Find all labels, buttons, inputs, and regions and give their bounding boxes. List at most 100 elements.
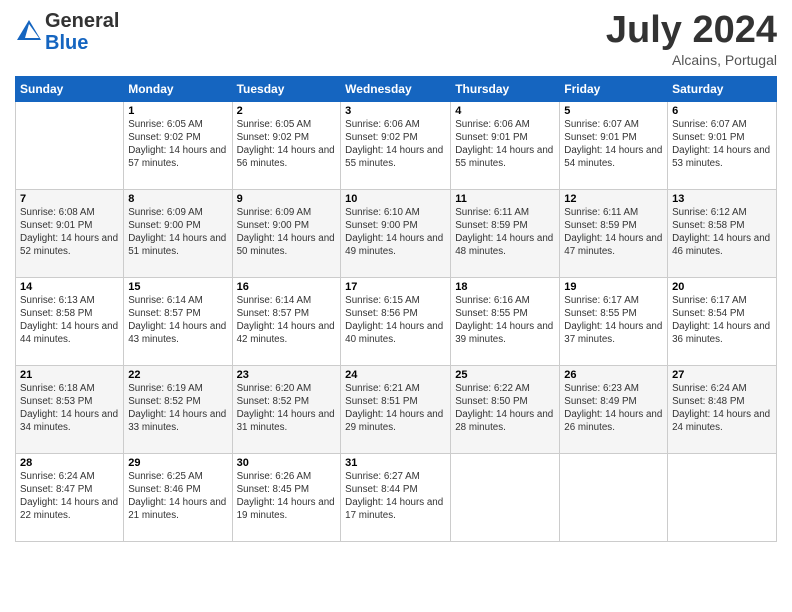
table-row: 26Sunrise: 6:23 AMSunset: 8:49 PMDayligh… [560,365,668,453]
day-info: Sunrise: 6:22 AMSunset: 8:50 PMDaylight:… [455,382,555,435]
day-info: Sunrise: 6:17 AMSunset: 8:55 PMDaylight:… [564,294,663,347]
day-info: Sunrise: 6:09 AMSunset: 9:00 PMDaylight:… [128,206,227,259]
day-number: 2 [237,105,337,117]
day-info: Sunrise: 6:08 AMSunset: 9:01 PMDaylight:… [20,206,119,259]
location-text: Alcains, Portugal [606,52,777,68]
th-tuesday: Tuesday [232,76,341,101]
table-row: 1Sunrise: 6:05 AMSunset: 9:02 PMDaylight… [124,101,232,189]
th-saturday: Saturday [668,76,777,101]
th-friday: Friday [560,76,668,101]
day-number: 12 [564,193,663,205]
day-info: Sunrise: 6:12 AMSunset: 8:58 PMDaylight:… [672,206,772,259]
day-info: Sunrise: 6:23 AMSunset: 8:49 PMDaylight:… [564,382,663,435]
day-number: 11 [455,193,555,205]
day-number: 29 [128,457,227,469]
day-number: 16 [237,281,337,293]
header: General Blue July 2024 Alcains, Portugal [15,10,777,68]
table-row: 15Sunrise: 6:14 AMSunset: 8:57 PMDayligh… [124,277,232,365]
day-number: 22 [128,369,227,381]
day-number: 3 [345,105,446,117]
logo: General Blue [15,10,119,54]
day-number: 20 [672,281,772,293]
day-info: Sunrise: 6:09 AMSunset: 9:00 PMDaylight:… [237,206,337,259]
day-info: Sunrise: 6:24 AMSunset: 8:48 PMDaylight:… [672,382,772,435]
table-row: 4Sunrise: 6:06 AMSunset: 9:01 PMDaylight… [451,101,560,189]
day-number: 9 [237,193,337,205]
calendar-week-row: 14Sunrise: 6:13 AMSunset: 8:58 PMDayligh… [16,277,777,365]
calendar-week-row: 21Sunrise: 6:18 AMSunset: 8:53 PMDayligh… [16,365,777,453]
calendar-table: Sunday Monday Tuesday Wednesday Thursday… [15,76,777,542]
table-row: 9Sunrise: 6:09 AMSunset: 9:00 PMDaylight… [232,189,341,277]
day-info: Sunrise: 6:15 AMSunset: 8:56 PMDaylight:… [345,294,446,347]
day-number: 8 [128,193,227,205]
day-info: Sunrise: 6:24 AMSunset: 8:47 PMDaylight:… [20,470,119,523]
day-info: Sunrise: 6:14 AMSunset: 8:57 PMDaylight:… [237,294,337,347]
day-info: Sunrise: 6:07 AMSunset: 9:01 PMDaylight:… [672,118,772,171]
calendar-week-row: 1Sunrise: 6:05 AMSunset: 9:02 PMDaylight… [16,101,777,189]
day-info: Sunrise: 6:14 AMSunset: 8:57 PMDaylight:… [128,294,227,347]
table-row: 31Sunrise: 6:27 AMSunset: 8:44 PMDayligh… [341,453,451,541]
day-info: Sunrise: 6:20 AMSunset: 8:52 PMDaylight:… [237,382,337,435]
table-row: 29Sunrise: 6:25 AMSunset: 8:46 PMDayligh… [124,453,232,541]
day-info: Sunrise: 6:05 AMSunset: 9:02 PMDaylight:… [128,118,227,171]
day-number: 10 [345,193,446,205]
table-row: 10Sunrise: 6:10 AMSunset: 9:00 PMDayligh… [341,189,451,277]
day-info: Sunrise: 6:17 AMSunset: 8:54 PMDaylight:… [672,294,772,347]
day-number: 7 [20,193,119,205]
day-info: Sunrise: 6:13 AMSunset: 8:58 PMDaylight:… [20,294,119,347]
table-row [451,453,560,541]
day-number: 14 [20,281,119,293]
day-info: Sunrise: 6:11 AMSunset: 8:59 PMDaylight:… [564,206,663,259]
title-area: July 2024 Alcains, Portugal [606,10,777,68]
table-row: 12Sunrise: 6:11 AMSunset: 8:59 PMDayligh… [560,189,668,277]
table-row: 8Sunrise: 6:09 AMSunset: 9:00 PMDaylight… [124,189,232,277]
day-number: 17 [345,281,446,293]
day-info: Sunrise: 6:10 AMSunset: 9:00 PMDaylight:… [345,206,446,259]
page: General Blue July 2024 Alcains, Portugal… [0,0,792,612]
th-thursday: Thursday [451,76,560,101]
day-info: Sunrise: 6:26 AMSunset: 8:45 PMDaylight:… [237,470,337,523]
table-row [668,453,777,541]
logo-general-text: General [45,10,119,32]
logo-icon [15,18,43,46]
day-info: Sunrise: 6:05 AMSunset: 9:02 PMDaylight:… [237,118,337,171]
month-title: July 2024 [606,10,777,52]
day-number: 4 [455,105,555,117]
day-info: Sunrise: 6:19 AMSunset: 8:52 PMDaylight:… [128,382,227,435]
day-info: Sunrise: 6:27 AMSunset: 8:44 PMDaylight:… [345,470,446,523]
th-sunday: Sunday [16,76,124,101]
day-number: 15 [128,281,227,293]
day-info: Sunrise: 6:07 AMSunset: 9:01 PMDaylight:… [564,118,663,171]
day-number: 6 [672,105,772,117]
logo-blue-text: Blue [45,32,88,54]
day-info: Sunrise: 6:18 AMSunset: 8:53 PMDaylight:… [20,382,119,435]
day-number: 5 [564,105,663,117]
day-number: 13 [672,193,772,205]
table-row: 18Sunrise: 6:16 AMSunset: 8:55 PMDayligh… [451,277,560,365]
day-info: Sunrise: 6:06 AMSunset: 9:02 PMDaylight:… [345,118,446,171]
table-row: 20Sunrise: 6:17 AMSunset: 8:54 PMDayligh… [668,277,777,365]
day-number: 19 [564,281,663,293]
th-wednesday: Wednesday [341,76,451,101]
th-monday: Monday [124,76,232,101]
table-row: 27Sunrise: 6:24 AMSunset: 8:48 PMDayligh… [668,365,777,453]
table-row: 5Sunrise: 6:07 AMSunset: 9:01 PMDaylight… [560,101,668,189]
table-row: 17Sunrise: 6:15 AMSunset: 8:56 PMDayligh… [341,277,451,365]
day-number: 27 [672,369,772,381]
table-row: 13Sunrise: 6:12 AMSunset: 8:58 PMDayligh… [668,189,777,277]
table-row: 16Sunrise: 6:14 AMSunset: 8:57 PMDayligh… [232,277,341,365]
table-row: 25Sunrise: 6:22 AMSunset: 8:50 PMDayligh… [451,365,560,453]
table-row: 7Sunrise: 6:08 AMSunset: 9:01 PMDaylight… [16,189,124,277]
day-info: Sunrise: 6:16 AMSunset: 8:55 PMDaylight:… [455,294,555,347]
table-row: 3Sunrise: 6:06 AMSunset: 9:02 PMDaylight… [341,101,451,189]
day-number: 1 [128,105,227,117]
day-info: Sunrise: 6:11 AMSunset: 8:59 PMDaylight:… [455,206,555,259]
day-number: 18 [455,281,555,293]
day-number: 25 [455,369,555,381]
day-number: 24 [345,369,446,381]
table-row: 24Sunrise: 6:21 AMSunset: 8:51 PMDayligh… [341,365,451,453]
day-number: 31 [345,457,446,469]
table-row: 28Sunrise: 6:24 AMSunset: 8:47 PMDayligh… [16,453,124,541]
table-row: 6Sunrise: 6:07 AMSunset: 9:01 PMDaylight… [668,101,777,189]
table-row [16,101,124,189]
